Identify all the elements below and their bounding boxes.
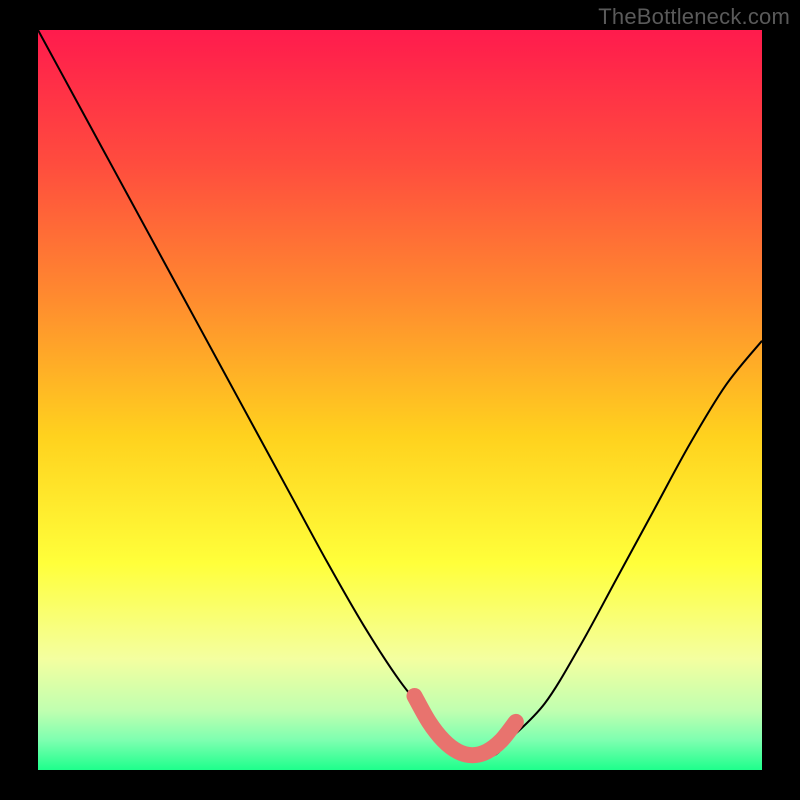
gradient-background <box>38 30 762 770</box>
chart-svg <box>38 30 762 770</box>
watermark-text: TheBottleneck.com <box>598 4 790 30</box>
chart-area <box>38 30 762 770</box>
